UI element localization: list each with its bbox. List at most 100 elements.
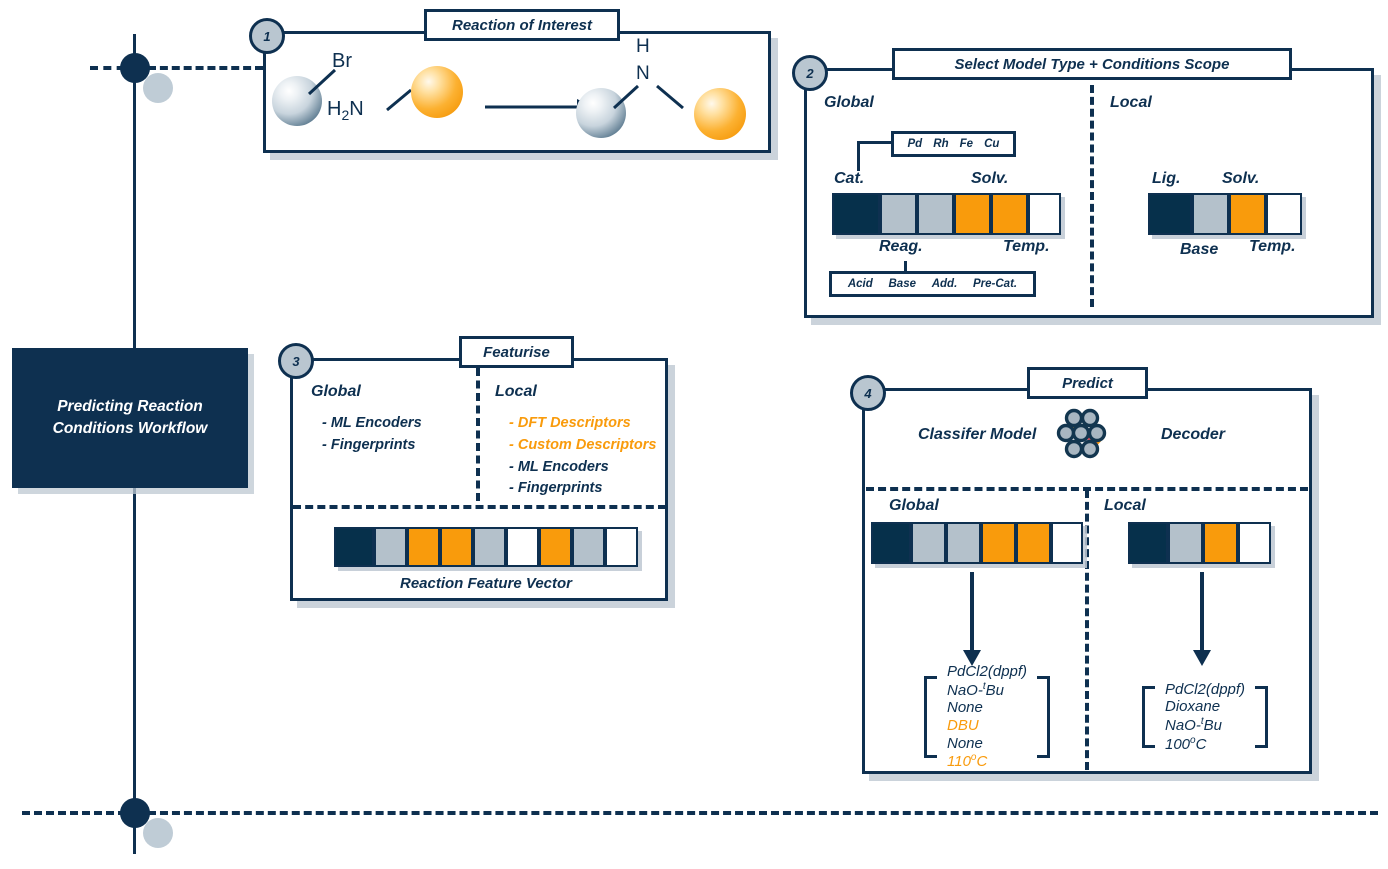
bar-cell <box>946 522 981 564</box>
reagent-option-1: Base <box>888 278 917 290</box>
step3-vector-caption: Reaction Feature Vector <box>400 575 572 592</box>
bar-cell <box>473 527 506 567</box>
step3-global-label: Global <box>311 383 361 400</box>
bar-cell <box>1266 193 1302 235</box>
product-orange-sphere <box>694 88 746 140</box>
prediction-item: DBU <box>947 717 979 734</box>
catalyst-option-1: Rh <box>933 138 949 150</box>
bracket-right <box>1037 676 1051 758</box>
prediction-item: PdCl2(dppf) <box>947 662 1028 680</box>
step2-local-bar <box>1148 193 1302 235</box>
bar-cell <box>917 193 954 235</box>
list-item: - DFT Descriptors <box>509 415 631 431</box>
catalyst-option-0: Pd <box>907 138 923 150</box>
bar-cell <box>605 527 638 567</box>
neural-network-icon <box>1056 408 1107 459</box>
product-n-label: N <box>636 63 650 84</box>
reagent-option-3: Pre-Cat. <box>973 278 1018 290</box>
catalyst-connector-vertical <box>857 141 860 171</box>
bracket-left <box>1142 686 1155 748</box>
timeline-dot-shadow-bottom <box>143 818 173 848</box>
bar-cell <box>1016 522 1051 564</box>
timeline-dash-left-top <box>90 66 138 70</box>
reactant2-orange-sphere <box>411 66 463 118</box>
prediction-item: NaO-tBu <box>1165 716 1222 734</box>
step4-local-bar <box>1128 522 1271 564</box>
step3-horizontal-divider <box>293 505 666 509</box>
step2-local-lig-label: Lig. <box>1152 170 1181 187</box>
list-item: - Custom Descriptors <box>509 436 657 453</box>
timeline-dash-right-bottom <box>148 811 1378 815</box>
list-item: - Fingerprints <box>322 436 416 453</box>
step4-global-bar <box>871 522 1083 564</box>
prediction-item: None <box>947 734 983 752</box>
step4-global-label: Global <box>889 497 939 514</box>
bar-cell <box>1168 522 1203 564</box>
catalyst-connector-horizontal <box>857 141 894 144</box>
reagent-option-0: Acid <box>847 278 873 290</box>
step4-vertical-divider <box>1085 490 1089 770</box>
bar-cell <box>539 527 572 567</box>
timeline-dash-left-bottom <box>22 811 138 815</box>
prediction-item: 100oC <box>1165 734 1207 753</box>
step-badge-2: 2 <box>792 55 828 91</box>
bar-cell <box>1148 193 1192 235</box>
bar-cell <box>407 527 440 567</box>
panel-title-step-3: Featurise <box>459 336 574 368</box>
step3-reaction-feature-vector-bar <box>334 527 638 567</box>
bar-cell <box>981 522 1016 564</box>
step4-local-label: Local <box>1104 497 1146 514</box>
prediction-item: 110oC <box>947 752 988 771</box>
step3-local-label: Local <box>495 383 537 400</box>
step2-local-label: Local <box>1110 94 1152 111</box>
catalyst-options-box: Pd Rh Fe Cu <box>891 131 1016 157</box>
step-badge-1: 1 <box>249 18 285 54</box>
panel-title-step-1: Reaction of Interest <box>424 9 620 41</box>
bar-cell <box>334 527 374 567</box>
bar-cell <box>374 527 407 567</box>
bar-cell <box>991 193 1028 235</box>
reagent-option-2: Add. <box>931 278 958 290</box>
panel-title-step-4: Predict <box>1027 367 1148 399</box>
bar-cell <box>1229 193 1266 235</box>
step4-local-arrow <box>1193 572 1211 666</box>
product-h-label: H <box>636 36 650 57</box>
bracket-right <box>1255 686 1269 748</box>
prediction-item: NaO-tBu <box>947 680 1004 699</box>
step4-decoder-label: Decoder <box>1161 426 1226 443</box>
bar-cell <box>1051 522 1083 564</box>
bar-cell <box>832 193 880 235</box>
timeline-dash-right-top <box>148 66 263 70</box>
step2-global-cat-label: Cat. <box>834 170 865 187</box>
step3-local-list: - DFT Descriptors - Custom Descriptors -… <box>509 413 656 500</box>
bar-cell <box>1028 193 1061 235</box>
bar-cell <box>506 527 539 567</box>
step2-divider <box>1090 85 1094 307</box>
bar-cell <box>1238 522 1271 564</box>
list-item: - ML Encoders <box>322 415 422 431</box>
step3-vertical-divider <box>476 368 480 501</box>
step2-local-base-label: Base <box>1180 241 1219 258</box>
timeline-dot-shadow-top <box>143 73 173 103</box>
step2-global-bar <box>832 193 1061 235</box>
bar-cell <box>954 193 991 235</box>
reagent-options-box: Acid Base Add. Pre-Cat. <box>829 271 1036 297</box>
workflow-title-card: Predicting Reaction Conditions Workflow <box>12 348 248 488</box>
prediction-list: PdCl2(dppf) NaO-tBu None DBU None 110oC <box>937 663 1037 770</box>
bar-cell <box>871 522 911 564</box>
prediction-item: PdCl2(dppf) <box>1165 680 1246 698</box>
step3-global-list: - ML Encoders - Fingerprints <box>322 413 422 457</box>
step4-global-arrow <box>963 572 981 666</box>
list-item: - Fingerprints <box>509 480 603 497</box>
step-badge-3: 3 <box>278 343 314 379</box>
bar-cell <box>1203 522 1238 564</box>
reactant2-amine-label: H2N <box>327 98 364 123</box>
step2-global-temp-label: Temp. <box>1003 238 1050 255</box>
bar-cell <box>572 527 605 567</box>
reactant1-br-label: Br <box>332 50 352 72</box>
step2-local-temp-label: Temp. <box>1249 238 1296 255</box>
panel-title-step-2: Select Model Type + Conditions Scope <box>892 48 1292 80</box>
bar-cell <box>880 193 917 235</box>
step2-global-label: Global <box>824 94 874 111</box>
prediction-item: Dioxane <box>1165 698 1221 716</box>
